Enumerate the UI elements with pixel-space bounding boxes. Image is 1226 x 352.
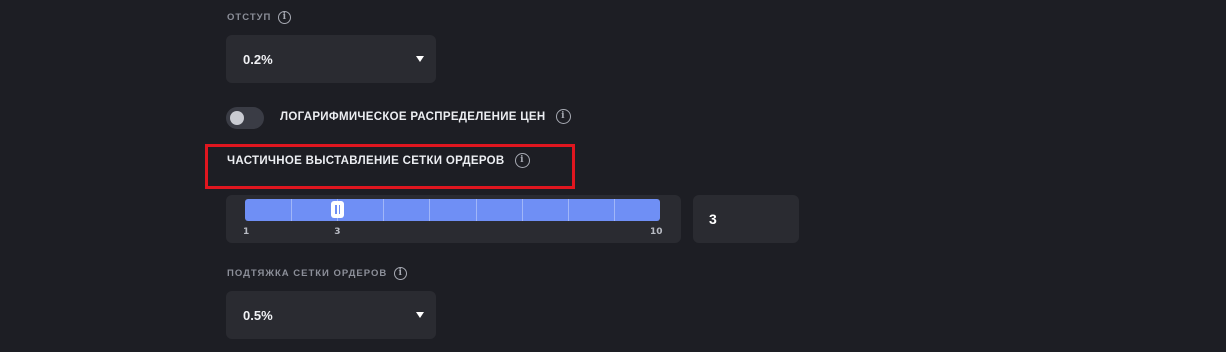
slider-max-label: 10 — [650, 227, 663, 237]
slider-value-label: 3 — [334, 227, 341, 237]
indent-label: ОТСТУП — [227, 12, 272, 23]
partial-grid-input[interactable]: 3 — [693, 195, 799, 243]
slider-tick — [383, 199, 385, 221]
slider-tick — [613, 199, 615, 221]
partial-grid-label: ЧАСТИЧНОЕ ВЫСТАВЛЕНИЕ СЕТКИ ОРДЕРОВ — [227, 154, 505, 167]
indent-label-row: ОТСТУП i — [227, 11, 292, 24]
slider-tick — [521, 199, 523, 221]
log-distribution-label: ЛОГАРИФМИЧЕСКОЕ РАСПРЕДЕЛЕНИЕ ЦЕН — [280, 110, 546, 123]
info-icon[interactable]: i — [394, 267, 408, 280]
caret-down-icon — [416, 56, 424, 62]
info-icon[interactable]: i — [555, 109, 571, 124]
indent-select-value: 0.2% — [243, 51, 273, 67]
slider-min-label: 1 — [243, 227, 250, 237]
slider-thumb[interactable] — [331, 201, 345, 218]
log-distribution-toggle[interactable] — [226, 107, 264, 129]
info-icon[interactable]: i — [514, 153, 530, 168]
grid-pullup-select[interactable]: 0.5% — [226, 291, 436, 339]
partial-grid-label-row: ЧАСТИЧНОЕ ВЫСТАВЛЕНИЕ СЕТКИ ОРДЕРОВ i — [227, 153, 530, 168]
slider-tick — [475, 199, 477, 221]
slider-track[interactable] — [245, 199, 660, 221]
slider-tick — [429, 199, 431, 221]
caret-down-icon — [416, 312, 424, 318]
toggle-knob — [230, 111, 244, 125]
grid-pullup-label-row: ПОДТЯЖКА СЕТКИ ОРДЕРОВ i — [227, 267, 408, 280]
info-icon[interactable]: i — [278, 11, 292, 24]
partial-grid-input-value: 3 — [709, 211, 717, 227]
grid-pullup-select-value: 0.5% — [243, 307, 273, 323]
slider-tick — [291, 199, 293, 221]
partial-grid-slider-panel: 1 3 10 — [226, 195, 681, 243]
slider-tick — [567, 199, 569, 221]
grid-pullup-label: ПОДТЯЖКА СЕТКИ ОРДЕРОВ — [227, 268, 388, 279]
log-distribution-label-row: ЛОГАРИФМИЧЕСКОЕ РАСПРЕДЕЛЕНИЕ ЦЕН i — [280, 109, 571, 124]
indent-select[interactable]: 0.2% — [226, 35, 436, 83]
